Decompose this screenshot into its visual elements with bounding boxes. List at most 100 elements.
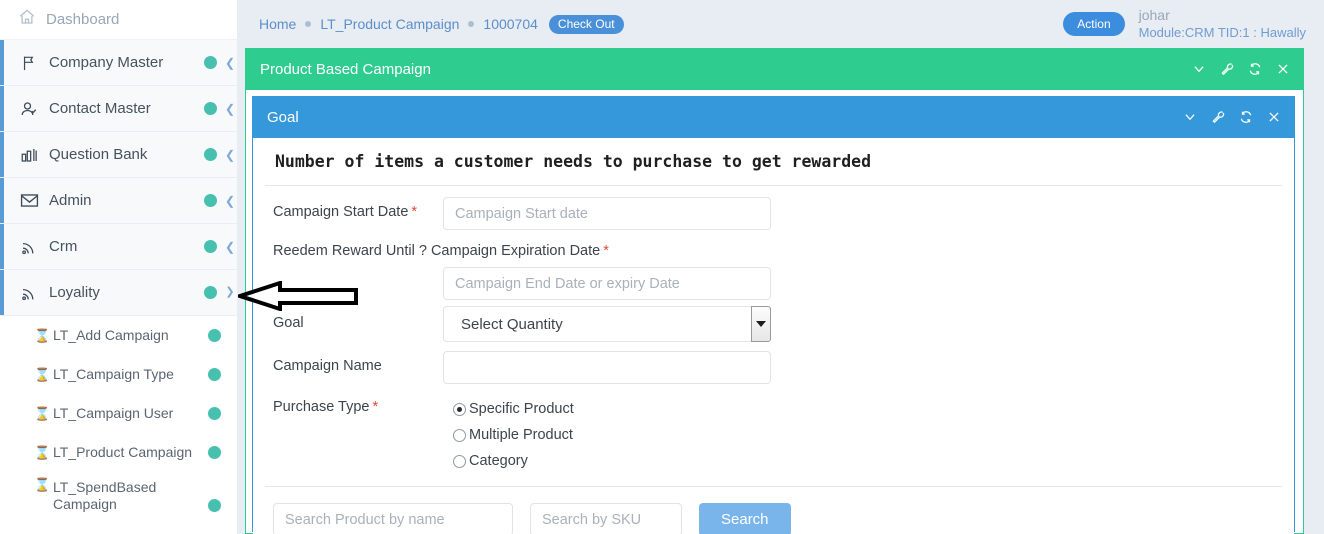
field-campaign-name: Campaign Name <box>265 342 1282 384</box>
green-panel-title: Product Based Campaign <box>260 60 431 78</box>
required-marker: * <box>372 399 379 415</box>
form-heading: Number of items a customer needs to purc… <box>265 138 1282 186</box>
check-out-badge[interactable]: Check Out <box>548 14 624 34</box>
sidebar: Dashboard Company Master ❮ Contact Maste… <box>0 0 237 534</box>
status-dot <box>208 446 221 459</box>
field-goal: Goal Select Quantity <box>265 300 1282 342</box>
green-panel-header: Product Based Campaign <box>246 48 1303 90</box>
field-campaign-expiration-input-row <box>265 259 1282 300</box>
search-product-name-input[interactable] <box>273 503 513 534</box>
chevron-left-icon[interactable]: ❮ <box>223 149 237 161</box>
sidebar-subitem-lt-campaign-user[interactable]: ⌛ LT_Campaign User <box>0 394 237 433</box>
sidebar-item-label: Crm <box>49 238 78 255</box>
campaign-name-input[interactable] <box>443 351 771 384</box>
hourglass-icon: ⌛ <box>34 405 51 421</box>
radio-label: Multiple Product <box>469 427 573 443</box>
product-based-campaign-panel: Product Based Campaign Goal Number of it… <box>245 48 1304 534</box>
sidebar-item-label: Loyality <box>49 284 100 301</box>
chevron-left-icon[interactable]: ❮ <box>223 241 237 253</box>
campaign-expiration-control <box>443 267 771 300</box>
search-button[interactable]: Search <box>699 503 791 534</box>
sidebar-item-contact-master[interactable]: Contact Master ❮ <box>0 86 237 132</box>
user-module-tid: Module:CRM TID:1 : Hawally <box>1138 24 1306 40</box>
field-campaign-start-date: Campaign Start Date * <box>265 186 1282 230</box>
close-icon[interactable] <box>1275 62 1290 77</box>
purchase-type-label: Purchase Type * <box>265 397 443 415</box>
topbar: Home LT_Product Campaign 1000704 Check O… <box>237 0 1324 48</box>
field-campaign-expiration-label-row: Reedem Reward Until ? Campaign Expiratio… <box>265 230 1282 259</box>
breadcrumb-item-record-id[interactable]: 1000704 <box>483 16 538 32</box>
hourglass-icon: ⌛ <box>34 444 51 460</box>
campaign-start-date-input[interactable] <box>443 197 771 230</box>
goal-panel-actions <box>1182 110 1281 125</box>
goal-control: Select Quantity <box>443 306 771 342</box>
radio-label: Specific Product <box>469 401 574 417</box>
goal-select-value: Select Quantity <box>461 315 563 333</box>
user-check-icon <box>18 99 40 119</box>
chevron-left-icon[interactable]: ❮ <box>223 103 237 115</box>
chevron-left-icon[interactable]: ❮ <box>223 57 237 69</box>
radio-specific-product[interactable]: Specific Product <box>453 401 781 417</box>
breadcrumb-item-home[interactable]: Home <box>259 16 296 32</box>
sidebar-item-admin[interactable]: Admin ❮ <box>0 178 237 224</box>
purchase-type-radio-group: Specific Product Multiple Product Catego… <box>453 397 781 469</box>
radio-indicator[interactable] <box>453 402 466 416</box>
chevron-down-icon[interactable]: ❯ <box>223 287 237 298</box>
refresh-icon[interactable] <box>1247 62 1262 77</box>
breadcrumb-separator <box>468 21 475 27</box>
dropdown-arrow-icon[interactable] <box>751 306 771 342</box>
radio-multiple-product[interactable]: Multiple Product <box>453 427 781 443</box>
sidebar-subitem-lt-spendbased-campaign[interactable]: ⌛ LT_SpendBased Campaign <box>0 472 237 520</box>
goal-label-text: Goal <box>273 315 304 331</box>
sidebar-item-label: Company Master <box>49 54 164 71</box>
campaign-expiration-input[interactable] <box>443 267 771 300</box>
goal-select[interactable]: Select Quantity <box>443 306 771 342</box>
sidebar-item-crm[interactable]: Crm ❮ <box>0 224 237 270</box>
campaign-expiration-label-text: Reedem Reward Until ? Campaign Expiratio… <box>273 243 601 259</box>
sidebar-dashboard-label: Dashboard <box>46 11 120 28</box>
breadcrumb-separator <box>305 21 312 27</box>
sidebar-item-company-master[interactable]: Company Master ❮ <box>0 40 237 86</box>
topbar-right: Action johar Module:CRM TID:1 : Hawally <box>1063 7 1308 42</box>
sidebar-subitem-lt-add-campaign[interactable]: ⌛ LT_Add Campaign <box>0 316 237 355</box>
breadcrumb-item-product-campaign[interactable]: LT_Product Campaign <box>320 16 459 32</box>
sidebar-item-label: Admin <box>49 192 92 209</box>
action-button[interactable]: Action <box>1063 12 1125 36</box>
status-dot <box>204 286 217 299</box>
goal-label: Goal <box>265 306 443 331</box>
field-purchase-type: Purchase Type * Specific Product Multipl… <box>265 384 1282 469</box>
radio-indicator[interactable] <box>453 454 466 468</box>
radio-indicator[interactable] <box>453 428 466 442</box>
hourglass-icon: ⌛ <box>34 327 51 343</box>
sidebar-item-dashboard[interactable]: Dashboard <box>0 0 237 40</box>
sidebar-item-question-bank[interactable]: Question Bank ❮ <box>0 132 237 178</box>
wrench-icon[interactable] <box>1210 110 1225 125</box>
purchase-type-label-text: Purchase Type <box>273 399 370 415</box>
purchase-type-control: Specific Product Multiple Product Catego… <box>453 397 781 469</box>
status-dot <box>204 240 217 253</box>
campaign-name-control <box>443 351 771 384</box>
chevron-left-icon[interactable]: ❮ <box>223 195 237 207</box>
rss-icon <box>18 283 40 303</box>
campaign-start-date-control <box>443 197 771 230</box>
sidebar-subitem-lt-campaign-type[interactable]: ⌛ LT_Campaign Type <box>0 355 237 394</box>
status-dot <box>204 102 217 115</box>
chevron-down-icon[interactable] <box>1191 62 1206 77</box>
campaign-name-label: Campaign Name <box>265 351 443 374</box>
sidebar-item-loyality[interactable]: Loyality ❯ <box>0 270 237 316</box>
refresh-icon[interactable] <box>1238 110 1253 125</box>
radio-label: Category <box>469 453 528 469</box>
wrench-icon[interactable] <box>1219 62 1234 77</box>
close-icon[interactable] <box>1266 110 1281 125</box>
flag-icon <box>18 53 40 73</box>
main-content: Home LT_Product Campaign 1000704 Check O… <box>237 0 1324 534</box>
status-dot <box>208 407 221 420</box>
sidebar-subitem-label: LT_Add Campaign <box>53 326 169 343</box>
radio-category[interactable]: Category <box>453 453 781 469</box>
sidebar-subitem-lt-product-campaign[interactable]: ⌛ LT_Product Campaign <box>0 433 237 472</box>
sidebar-subitem-label: LT_Product Campaign <box>53 443 193 460</box>
search-sku-input[interactable] <box>530 503 682 534</box>
required-marker: * <box>603 243 609 259</box>
chevron-down-icon[interactable] <box>1182 110 1197 125</box>
goal-form: Number of items a customer needs to purc… <box>253 138 1294 534</box>
